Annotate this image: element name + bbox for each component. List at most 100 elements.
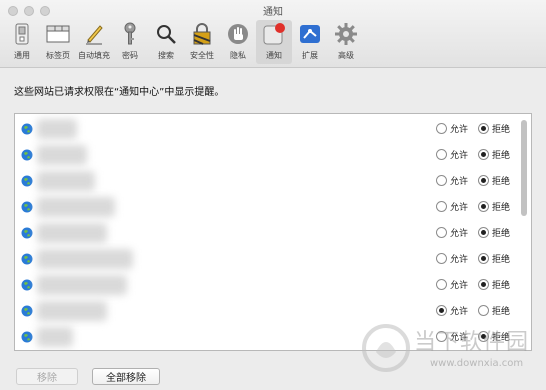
deny-label: 拒绝 — [492, 151, 511, 161]
globe-icon — [21, 149, 33, 161]
preferences-window: 通知 通用 标签页 自动填充 密码 搜索 安全性 隐私 通知 扩展 高级 这些网… — [0, 0, 546, 390]
allow-label: 允许 — [450, 203, 469, 213]
allow-label: 允许 — [450, 281, 469, 291]
list-item[interactable]: 允许 拒绝 — [15, 246, 531, 272]
list-item[interactable]: 允许 拒绝 — [15, 116, 531, 142]
toolbar-area: 通知 通用 标签页 自动填充 密码 搜索 安全性 隐私 通知 扩展 高级 — [0, 0, 546, 68]
tab-advanced[interactable]: 高级 — [328, 20, 364, 64]
tab-notifications[interactable]: 通知 — [256, 20, 292, 64]
allow-label: 允许 — [450, 307, 469, 317]
deny-radio[interactable] — [478, 175, 490, 186]
website-name-redacted — [37, 171, 95, 191]
permission-radio-group: 允许 拒绝 — [436, 278, 520, 291]
globe-icon — [21, 279, 33, 291]
tab-general[interactable]: 通用 — [4, 20, 40, 64]
permission-radio-group: 允许 拒绝 — [436, 174, 520, 187]
website-name-redacted — [37, 327, 73, 347]
globe-icon — [21, 201, 33, 213]
list-item[interactable]: 允许 拒绝 — [15, 194, 531, 220]
deny-radio[interactable] — [478, 305, 490, 316]
tab-search[interactable]: 搜索 — [148, 20, 184, 64]
tab-passwords-label: 密码 — [122, 51, 138, 60]
website-permission-list[interactable]: 允许 拒绝 允许 拒绝 允许 拒绝 允许 拒绝 允许 拒绝 允许 拒绝 允许 拒绝 允许 拒绝 允许 拒绝 — [14, 113, 532, 351]
website-name-redacted — [37, 145, 87, 165]
tab-privacy-label: 隐私 — [230, 51, 246, 60]
magnifier-icon — [154, 22, 178, 46]
deny-radio[interactable] — [478, 279, 490, 290]
puzzle-icon — [298, 22, 322, 46]
globe-icon — [21, 175, 33, 187]
deny-label: 拒绝 — [492, 177, 511, 187]
deny-radio[interactable] — [478, 149, 490, 160]
website-name-redacted — [37, 223, 107, 243]
tab-extensions[interactable]: 扩展 — [292, 20, 328, 64]
switch-icon — [10, 22, 34, 46]
allow-label: 允许 — [450, 229, 469, 239]
globe-icon — [21, 123, 33, 135]
allow-radio[interactable] — [436, 201, 447, 212]
tab-tabs[interactable]: 标签页 — [40, 20, 76, 64]
tab-privacy[interactable]: 隐私 — [220, 20, 256, 64]
watermark-brand: 当下软件园 — [414, 330, 530, 355]
pencil-icon — [82, 22, 106, 46]
allow-radio[interactable] — [436, 175, 447, 186]
website-name-redacted — [37, 301, 107, 321]
deny-label: 拒绝 — [492, 255, 511, 265]
list-item[interactable]: 允许 拒绝 — [15, 272, 531, 298]
permission-radio-group: 允许 拒绝 — [436, 226, 520, 239]
website-name-redacted — [37, 119, 77, 139]
tab-autofill-label: 自动填充 — [78, 51, 110, 60]
allow-label: 允许 — [450, 125, 469, 135]
allow-radio[interactable] — [436, 305, 447, 316]
tab-general-label: 通用 — [14, 51, 30, 60]
permission-radio-group: 允许 拒绝 — [436, 200, 520, 213]
website-name-redacted — [37, 275, 127, 295]
allow-label: 允许 — [450, 177, 469, 187]
deny-radio[interactable] — [478, 123, 490, 134]
list-item[interactable]: 允许 拒绝 — [15, 220, 531, 246]
permission-description: 这些网站已请求权限在“通知中心”中显示提醒。 — [14, 87, 225, 98]
permission-radio-group: 允许 拒绝 — [436, 304, 520, 317]
deny-label: 拒绝 — [492, 281, 511, 291]
tabs-icon — [46, 22, 70, 46]
scrollbar[interactable] — [521, 120, 527, 216]
notification-badge-icon — [262, 22, 286, 46]
tab-search-label: 搜索 — [158, 51, 174, 60]
tab-passwords[interactable]: 密码 — [112, 20, 148, 64]
key-icon — [118, 22, 142, 46]
hand-icon — [226, 22, 250, 46]
tab-autofill[interactable]: 自动填充 — [76, 20, 112, 64]
allow-radio[interactable] — [436, 149, 447, 160]
allow-radio[interactable] — [436, 253, 447, 264]
allow-radio[interactable] — [436, 123, 447, 134]
watermark-logo-icon — [362, 324, 410, 372]
allow-label: 允许 — [450, 255, 469, 265]
permission-radio-group: 允许 拒绝 — [436, 122, 520, 135]
website-name-redacted — [37, 197, 115, 217]
deny-radio[interactable] — [478, 253, 490, 264]
remove-button[interactable]: 移除 — [16, 368, 78, 385]
gear-icon — [334, 22, 358, 46]
list-item[interactable]: 允许 拒绝 — [15, 142, 531, 168]
permission-radio-group: 允许 拒绝 — [436, 252, 520, 265]
deny-label: 拒绝 — [492, 203, 511, 213]
window-title: 通知 — [263, 7, 283, 18]
list-item[interactable]: 允许 拒绝 — [15, 168, 531, 194]
tab-advanced-label: 高级 — [338, 51, 354, 60]
tab-tabs-label: 标签页 — [46, 51, 70, 60]
lock-icon — [190, 22, 214, 46]
allow-radio[interactable] — [436, 279, 447, 290]
tab-extensions-label: 扩展 — [302, 51, 318, 60]
watermark-url: www.downxia.com — [430, 358, 524, 369]
tab-security[interactable]: 安全性 — [184, 20, 220, 64]
tab-security-label: 安全性 — [190, 51, 214, 60]
globe-icon — [21, 227, 33, 239]
allow-radio[interactable] — [436, 227, 447, 238]
deny-radio[interactable] — [478, 227, 490, 238]
allow-label: 允许 — [450, 151, 469, 161]
remove-all-button[interactable]: 全部移除 — [92, 368, 160, 385]
deny-label: 拒绝 — [492, 307, 511, 317]
globe-icon — [21, 331, 33, 343]
permission-radio-group: 允许 拒绝 — [436, 148, 520, 161]
deny-radio[interactable] — [478, 201, 490, 212]
